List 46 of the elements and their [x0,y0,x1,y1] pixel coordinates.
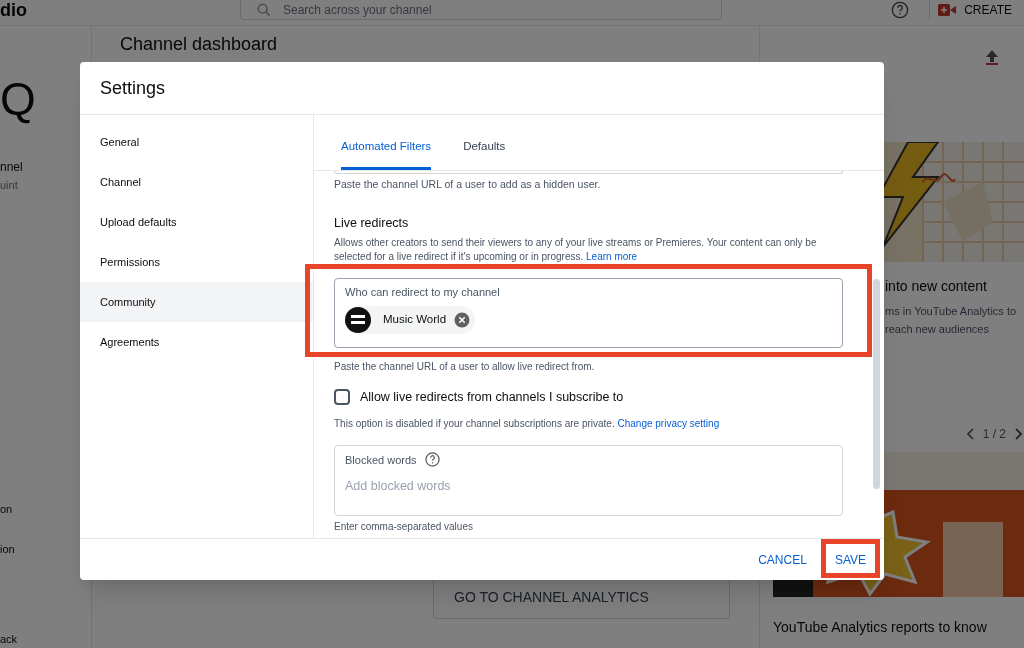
search-bar[interactable]: Search across your channel [240,0,722,20]
video-camera-icon [938,3,957,17]
cancel-button[interactable]: CANCEL [754,545,811,574]
helper-text: Paste the channel URL of a user to allow live redirect from. [334,360,596,374]
highlight-frame [821,539,880,578]
field-label: Who can redirect to my channel [345,285,501,299]
card-text: ms in YouTube Analytics to [885,304,1018,319]
section-description: Allows other creators to send their viewers to any of your live streams or Premieres. Your content can only be selected for a live redirect if it's upcoming or in progress. Learn more [334,236,818,264]
page-title: Channel dashboard [120,33,279,56]
avatar-icon [345,307,371,333]
logo-text: dio [0,0,28,20]
search-icon [257,2,271,17]
channel-initial: Q [0,76,37,122]
helper-text: Paste the channel URL of a user to add as a hidden user. [334,177,602,191]
upload-icon[interactable] [984,48,1000,66]
article-title: YouTube Analytics reports to know [773,618,988,637]
note-text: This option is disabled if your channel subscriptions are private. Change privacy setting [334,417,721,431]
learn-more-link[interactable]: Learn more [586,251,638,262]
save-button[interactable]: SAVE [830,548,870,571]
remove-icon[interactable] [454,312,471,328]
helper-text: Enter comma-separated values [334,520,474,534]
card-text: reach new audiences [885,322,990,337]
previous-icon[interactable] [966,428,975,440]
scrollbar[interactable] [873,279,880,489]
redirect-field[interactable]: Who can redirect to my channel Music World [334,278,843,348]
tab[interactable]: Defaults [463,137,506,170]
channel-name: nnel [0,160,24,174]
page-counter: 1 / 2 [982,426,1006,442]
search-input[interactable]: Search across your channel [283,1,705,18]
input-field[interactable]: Add blocked words [345,477,832,495]
section-title: Live redirects [334,215,410,231]
dialog-title: Settings [100,76,166,100]
create-button[interactable]: CREATE [929,0,1024,20]
sidebar-item[interactable]: ack [0,632,91,646]
channel-subtitle: uint [0,178,19,192]
nav-item[interactable]: Community [80,282,313,322]
help-icon[interactable] [891,1,910,19]
next-icon[interactable] [1014,428,1022,440]
card-title: into new content [885,277,988,296]
checkbox-label[interactable]: Allow live redirects from channels I subscribe to [360,388,624,406]
channel-chip[interactable]: Music World [345,306,476,334]
field-label: Blocked words [345,452,417,467]
tab[interactable]: Automated Filters [341,137,432,170]
checkbox[interactable] [334,389,350,405]
help-icon[interactable] [424,452,440,467]
privacy-setting-link[interactable]: Change privacy setting [617,418,720,429]
